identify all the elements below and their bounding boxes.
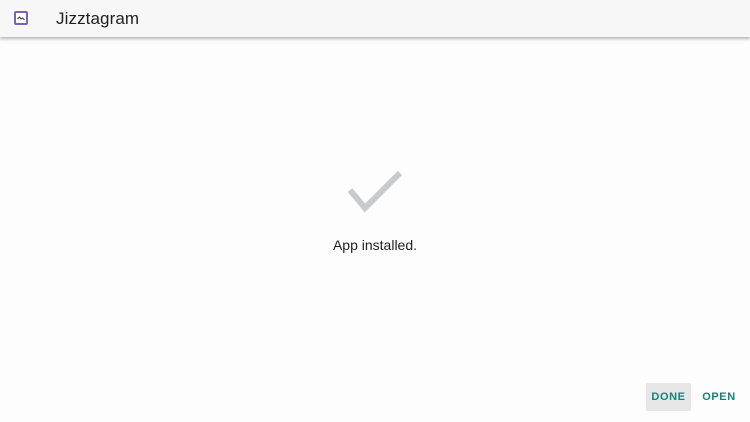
install-status-text: App installed. <box>332 237 418 253</box>
checkmark-icon <box>347 170 403 213</box>
install-result-screen: Jizztagram App installed. DONE OPEN <box>0 0 750 422</box>
title-bar: Jizztagram <box>0 0 750 37</box>
app-icon <box>14 11 28 25</box>
app-title: Jizztagram <box>56 9 140 28</box>
done-button[interactable]: DONE <box>646 383 691 411</box>
app-glyph-icon <box>17 16 25 21</box>
open-button[interactable]: OPEN <box>697 383 741 411</box>
